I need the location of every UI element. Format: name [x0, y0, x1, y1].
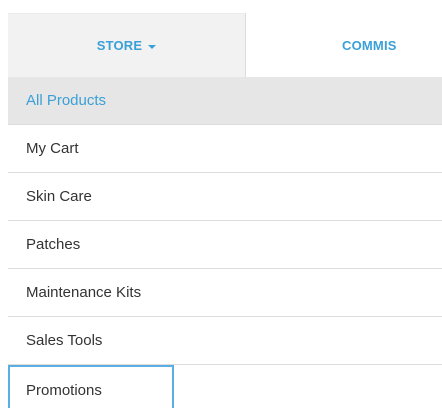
store-dropdown-menu: All Products My Cart Skin Care Patches M…: [8, 77, 442, 408]
menu-item-label: Maintenance Kits: [26, 284, 142, 301]
tab-store[interactable]: STORE: [8, 13, 246, 77]
tab-commissions[interactable]: COMMIS: [246, 13, 442, 77]
menu-item-sales-tools[interactable]: Sales Tools: [8, 317, 442, 365]
top-navigation: STORE COMMIS: [8, 13, 442, 78]
menu-item-label: Patches: [26, 236, 81, 253]
tab-store-label: STORE: [96, 38, 143, 53]
menu-item-label: Skin Care: [26, 188, 92, 205]
menu-item-skin-care[interactable]: Skin Care: [8, 173, 442, 221]
menu-item-promotions[interactable]: Promotions: [8, 365, 174, 408]
store-page: STORE COMMIS All Products My Cart Skin C…: [0, 0, 442, 408]
menu-item-all-products[interactable]: All Products: [8, 77, 442, 125]
menu-item-maintenance-kits[interactable]: Maintenance Kits: [8, 269, 442, 317]
menu-item-patches[interactable]: Patches: [8, 221, 442, 269]
caret-down-icon: [148, 44, 157, 49]
menu-item-label: My Cart: [26, 140, 79, 157]
tab-commissions-label: COMMIS: [342, 37, 397, 53]
menu-item-label: All Products: [26, 92, 107, 109]
menu-item-label: Sales Tools: [26, 332, 103, 349]
menu-item-my-cart[interactable]: My Cart: [8, 125, 442, 173]
menu-item-label: Promotions: [26, 381, 102, 399]
